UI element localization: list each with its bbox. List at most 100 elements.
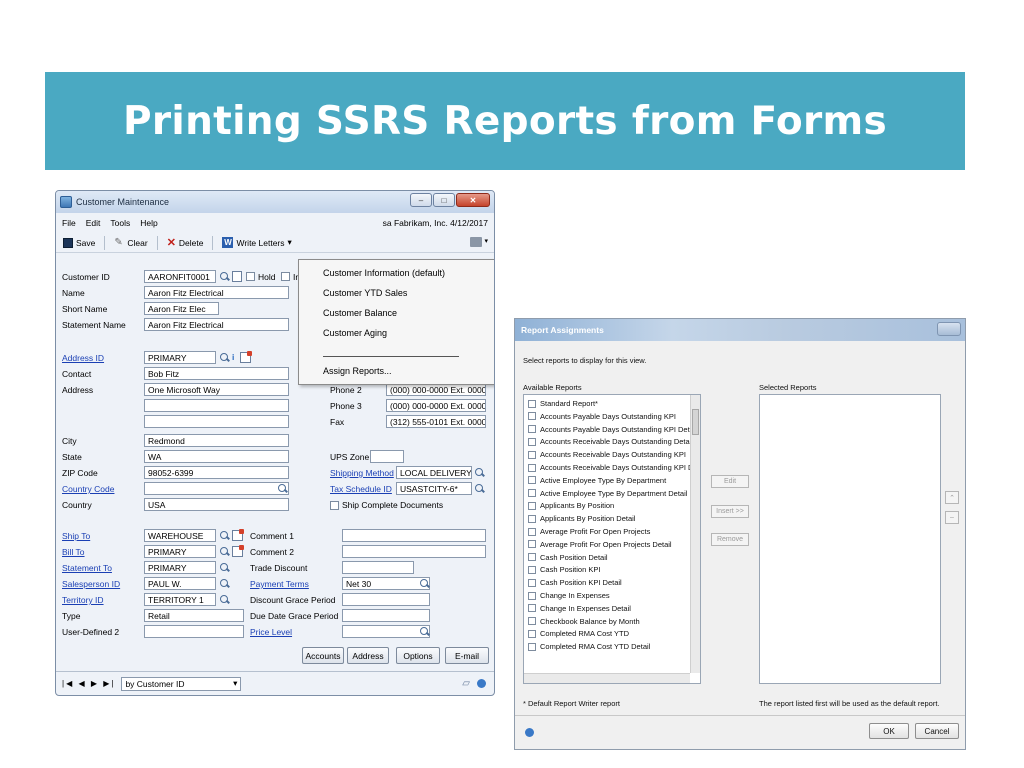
- list-item[interactable]: Completed RMA Cost YTD: [528, 629, 629, 638]
- list-item[interactable]: Completed RMA Cost YTD Detail: [528, 642, 650, 651]
- city-field[interactable]: Redmond: [144, 434, 289, 447]
- list-item[interactable]: Active Employee Type By Department Detai…: [528, 489, 687, 498]
- lookup-icon[interactable]: [219, 271, 230, 282]
- report-checkbox[interactable]: [528, 399, 536, 408]
- list-item[interactable]: Checkbook Balance by Month: [528, 617, 640, 626]
- list-item[interactable]: Active Employee Type By Department: [528, 476, 666, 485]
- lookup-icon[interactable]: [219, 530, 230, 541]
- report-checkbox[interactable]: [528, 553, 536, 562]
- menu-help[interactable]: Help: [140, 218, 157, 228]
- lookup-icon[interactable]: [219, 546, 230, 557]
- salesperson-field[interactable]: PAUL W.: [144, 577, 216, 590]
- list-item[interactable]: Accounts Receivable Days Outstanding KPI: [528, 450, 686, 459]
- phone3-field[interactable]: (000) 000-0000 Ext. 0000: [386, 399, 486, 412]
- discount-grace-field[interactable]: [342, 593, 430, 606]
- menu-item-assign-reports[interactable]: Assign Reports...: [323, 366, 392, 376]
- lookup-icon[interactable]: [219, 562, 230, 573]
- options-button[interactable]: Options: [396, 647, 440, 664]
- salesperson-link[interactable]: Salesperson ID: [62, 579, 120, 589]
- move-up-button[interactable]: ⌃: [945, 491, 959, 504]
- report-checkbox[interactable]: [528, 578, 536, 587]
- bill-to-link[interactable]: Bill To: [62, 547, 85, 557]
- move-down-button[interactable]: –: [945, 511, 959, 524]
- menu-item-customer-aging[interactable]: Customer Aging: [323, 328, 387, 338]
- maximize-button[interactable]: □: [433, 193, 455, 207]
- country-code-link[interactable]: Country Code: [62, 484, 114, 494]
- report-checkbox[interactable]: [528, 591, 536, 600]
- list-item[interactable]: Cash Position KPI Detail: [528, 578, 622, 587]
- report-checkbox[interactable]: [528, 604, 536, 613]
- edit-button[interactable]: Edit: [711, 475, 749, 488]
- menu-file[interactable]: File: [62, 218, 76, 228]
- list-item[interactable]: Accounts Receivable Days Outstanding Det…: [528, 437, 693, 446]
- lookup-icon[interactable]: [474, 467, 485, 478]
- sort-select[interactable]: by Customer ID ▾: [121, 676, 242, 691]
- address-id-link[interactable]: Address ID: [62, 353, 104, 363]
- trade-discount-field[interactable]: [342, 561, 414, 574]
- report-checkbox[interactable]: [528, 412, 536, 421]
- lookup-icon[interactable]: [277, 483, 288, 494]
- close-button[interactable]: ✕: [456, 193, 490, 207]
- accounts-button[interactable]: Accounts: [302, 647, 344, 664]
- menu-item-customer-balance[interactable]: Customer Balance: [323, 308, 397, 318]
- list-item[interactable]: Average Profit For Open Projects Detail: [528, 540, 672, 549]
- tax-schedule-field[interactable]: USASTCITY-6*: [396, 482, 472, 495]
- ok-button[interactable]: OK: [869, 723, 909, 739]
- lookup-icon[interactable]: [474, 483, 485, 494]
- note-icon[interactable]: [232, 271, 242, 282]
- shipping-method-link[interactable]: Shipping Method: [330, 468, 394, 478]
- lookup-icon[interactable]: [219, 578, 230, 589]
- price-level-field[interactable]: [342, 625, 430, 638]
- list-item[interactable]: Average Profit For Open Projects: [528, 527, 650, 536]
- statement-to-link[interactable]: Statement To: [62, 563, 112, 573]
- ups-zone-field[interactable]: [370, 450, 404, 463]
- tax-schedule-link[interactable]: Tax Schedule ID: [330, 484, 392, 494]
- territory-field[interactable]: TERRITORY 1: [144, 593, 216, 606]
- available-reports-list[interactable]: Standard Report* Accounts Payable Days Ou…: [523, 394, 701, 684]
- help-icon[interactable]: [477, 679, 486, 688]
- minimize-button[interactable]: –: [410, 193, 432, 207]
- lookup-icon[interactable]: [419, 578, 430, 589]
- address-id-field[interactable]: PRIMARY: [144, 351, 216, 364]
- note-icon[interactable]: [240, 351, 252, 363]
- clear-button[interactable]: ✎ Clear: [111, 237, 150, 248]
- list-item[interactable]: Accounts Payable Days Outstanding KPI: [528, 412, 676, 421]
- statement-to-field[interactable]: PRIMARY: [144, 561, 216, 574]
- print-icon[interactable]: [470, 237, 483, 247]
- hold-checkbox[interactable]: [246, 272, 255, 281]
- customer-id-field[interactable]: AARONFIT0001: [144, 270, 216, 283]
- menu-item-customer-ytd-sales[interactable]: Customer YTD Sales: [323, 288, 407, 298]
- ship-to-field[interactable]: WAREHOUSE: [144, 529, 216, 542]
- list-item[interactable]: Change In Expenses Detail: [528, 604, 631, 613]
- menu-edit[interactable]: Edit: [86, 218, 101, 228]
- report-checkbox[interactable]: [528, 514, 536, 523]
- address-line2-field[interactable]: [144, 399, 289, 412]
- statement-name-field[interactable]: Aaron Fitz Electrical: [144, 318, 289, 331]
- print-dropdown-icon[interactable]: ▾: [484, 237, 488, 247]
- list-item[interactable]: Cash Position KPI: [528, 565, 600, 574]
- list-item[interactable]: Accounts Payable Days Outstanding KPI De…: [528, 425, 697, 434]
- list-item[interactable]: Accounts Receivable Days Outstanding KPI…: [528, 463, 700, 472]
- fax-field[interactable]: (312) 555-0101 Ext. 0000: [386, 415, 486, 428]
- report-checkbox[interactable]: [528, 565, 536, 574]
- price-level-link[interactable]: Price Level: [250, 627, 292, 637]
- report-checkbox[interactable]: [528, 629, 536, 638]
- short-name-field[interactable]: Aaron Fitz Elec: [144, 302, 219, 315]
- report-checkbox[interactable]: [528, 476, 536, 485]
- record-navigation[interactable]: |◀ ◀ ▶ ▶|: [62, 679, 115, 688]
- address-button[interactable]: Address: [347, 647, 389, 664]
- save-button[interactable]: Save: [60, 237, 98, 248]
- insert-button[interactable]: Insert >>: [711, 505, 749, 518]
- menu-item-customer-information[interactable]: Customer Information (default): [323, 268, 445, 278]
- scrollbar-thumb[interactable]: [692, 409, 699, 435]
- report-checkbox[interactable]: [528, 540, 536, 549]
- delete-button[interactable]: ✕ Delete: [164, 237, 207, 248]
- country-code-field[interactable]: [144, 482, 289, 495]
- list-item[interactable]: Change In Expenses: [528, 591, 610, 600]
- write-letters-button[interactable]: W Write Letters ▾: [219, 237, 294, 248]
- list-item[interactable]: Cash Position Detail: [528, 553, 608, 562]
- close-button[interactable]: [937, 322, 961, 336]
- report-checkbox[interactable]: [528, 489, 536, 498]
- list-item[interactable]: Applicants By Position Detail: [528, 514, 635, 523]
- contact-field[interactable]: Bob Fitz: [144, 367, 289, 380]
